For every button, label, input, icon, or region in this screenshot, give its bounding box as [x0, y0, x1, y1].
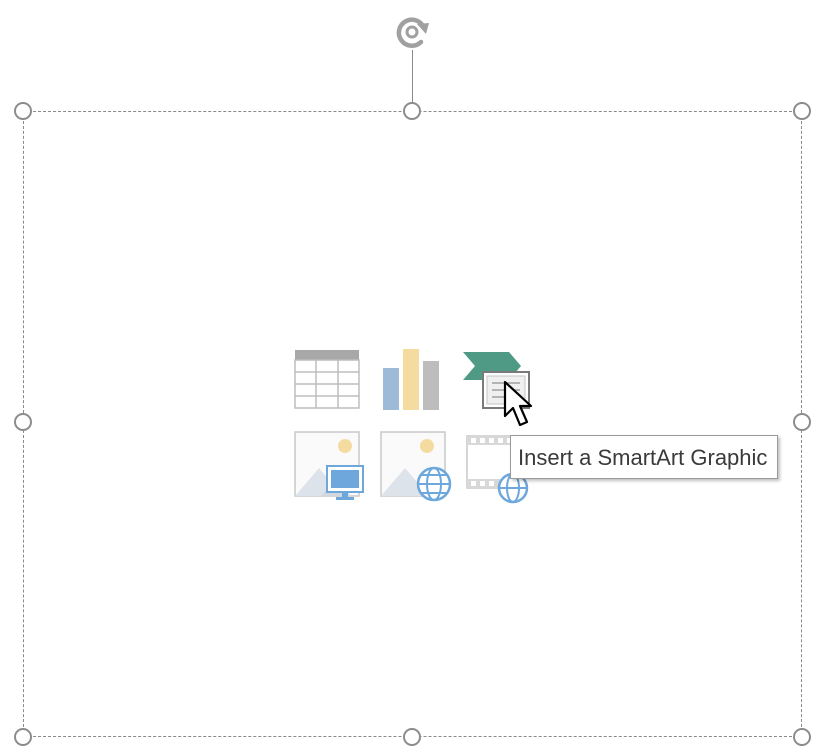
resize-handle-left[interactable]: [14, 413, 32, 431]
table-icon[interactable]: [293, 348, 361, 416]
pictures-icon[interactable]: [293, 430, 364, 500]
chart-icon[interactable]: [381, 346, 449, 414]
rotate-handle-icon[interactable]: [390, 10, 434, 54]
resize-handle-top-left[interactable]: [14, 102, 32, 120]
resize-handle-bottom-right[interactable]: [793, 728, 811, 746]
resize-handle-top-right[interactable]: [793, 102, 811, 120]
tooltip: Insert a SmartArt Graphic: [510, 435, 779, 479]
mouse-pointer-icon: [500, 378, 540, 430]
rotation-stem: [412, 50, 413, 105]
resize-handle-top[interactable]: [403, 102, 421, 120]
resize-handle-right[interactable]: [793, 413, 811, 431]
resize-handle-bottom[interactable]: [403, 728, 421, 746]
slide-canvas: Insert a SmartArt Graphic: [0, 0, 823, 749]
resize-handle-bottom-left[interactable]: [14, 728, 32, 746]
online-pictures-icon[interactable]: [379, 430, 452, 502]
